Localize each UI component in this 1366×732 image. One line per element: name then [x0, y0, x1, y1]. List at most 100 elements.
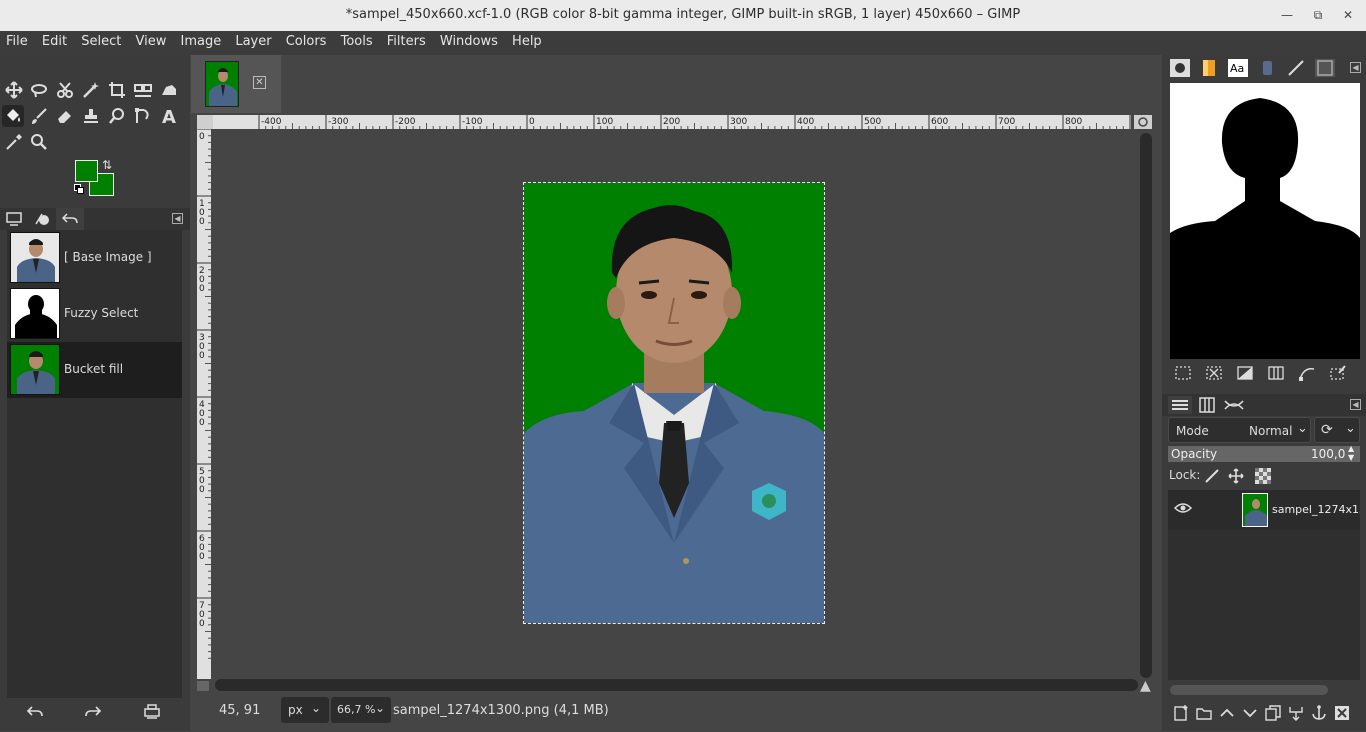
undo-icon[interactable]: [26, 704, 44, 724]
zoom-icon[interactable]: [28, 131, 50, 153]
undo-history-tab-icon[interactable]: [56, 208, 84, 230]
ruler-tick-label: 0: [199, 284, 205, 294]
horizontal-ruler[interactable]: -400 -300 -200 -100 0 100 200 300 400 500 600 700 80…: [213, 115, 1131, 129]
eraser-icon[interactable]: [54, 105, 76, 127]
duplicate-layer-icon[interactable]: [1264, 704, 1282, 726]
vertical-ruler[interactable]: 0100200300400500600700: [197, 129, 211, 679]
opacity-slider[interactable]: Opacity 100,0 ▲ ▼: [1168, 444, 1360, 462]
menu-windows[interactable]: Windows: [434, 31, 502, 49]
save-to-channel-icon[interactable]: [1267, 365, 1285, 385]
menu-filters[interactable]: Filters: [381, 31, 430, 49]
canvas-image[interactable]: [523, 182, 825, 624]
stroke-selection-icon[interactable]: [1329, 365, 1347, 385]
menu-select[interactable]: Select: [75, 31, 125, 49]
quick-mask-toggle[interactable]: [197, 115, 213, 129]
brushes-tab-icon[interactable]: [1170, 59, 1190, 77]
layers-tab-icon[interactable]: [1168, 396, 1192, 414]
merge-layer-icon[interactable]: [1287, 704, 1305, 726]
bucket-fill-icon[interactable]: [2, 105, 24, 127]
fonts-tab-icon[interactable]: Aa: [1228, 59, 1248, 77]
device-status-tab-icon[interactable]: [28, 208, 56, 230]
history-item-base-image[interactable]: [ Base Image ]: [7, 230, 182, 286]
anchor-layer-icon[interactable]: [1310, 704, 1328, 726]
raise-layer-icon[interactable]: [1218, 704, 1236, 726]
lock-position-icon[interactable]: [1228, 468, 1244, 488]
select-none-icon[interactable]: [1205, 365, 1223, 385]
history-label: Bucket fill: [64, 362, 124, 376]
ruler-tick-label: -200: [395, 117, 416, 127]
default-colors-icon[interactable]: [74, 184, 84, 194]
menu-view[interactable]: View: [129, 31, 170, 49]
ruler-tick-label: -300: [328, 117, 349, 127]
ruler-tick-label: 0: [199, 485, 205, 495]
layer-mode-select[interactable]: Mode Normal ⌄: [1168, 417, 1311, 443]
paths-icon[interactable]: [132, 105, 154, 127]
minimize-icon[interactable]: —: [1279, 7, 1295, 23]
menu-colors[interactable]: Colors: [280, 31, 331, 49]
crop-icon[interactable]: [106, 79, 128, 101]
unit-select[interactable]: px ⌄: [281, 697, 329, 723]
lock-pixels-icon[interactable]: [1204, 468, 1220, 488]
scissors-icon[interactable]: [54, 79, 76, 101]
text-tool-icon[interactable]: A: [158, 105, 180, 127]
fuzzy-select-icon[interactable]: [80, 79, 102, 101]
channels-tab-icon[interactable]: [1195, 396, 1219, 414]
close-icon[interactable]: ✕: [1340, 7, 1356, 23]
selection-to-path-icon[interactable]: [1298, 365, 1316, 385]
navigate-image-icon[interactable]: ▲: [1140, 679, 1156, 693]
delete-layer-icon[interactable]: [1333, 704, 1351, 726]
right-dock: Aa ◀ ◀ Mode Normal ⌄ ⟳ ⌄ Opacity 100,0 ▲…: [1162, 55, 1366, 731]
title-bar: *sampel_450x660.xcf-1.0 (RGB color 8-bit…: [0, 0, 1366, 31]
image-tab[interactable]: ✕: [191, 55, 281, 113]
invert-selection-icon[interactable]: [1236, 365, 1254, 385]
new-layer-group-icon[interactable]: [1195, 704, 1213, 726]
lasso-select-icon[interactable]: [28, 79, 50, 101]
palettes-tab-icon[interactable]: [1257, 59, 1277, 77]
gradients-tab-icon[interactable]: [1199, 59, 1219, 77]
lock-alpha-icon[interactable]: [1255, 468, 1271, 488]
visibility-eye-icon[interactable]: [1173, 501, 1193, 519]
redo-icon[interactable]: [84, 704, 102, 724]
history-thumbnail: [10, 344, 60, 395]
close-image-tab-icon[interactable]: ✕: [253, 76, 266, 89]
layers-horizontal-scrollbar[interactable]: [1170, 685, 1328, 695]
dock-menu-icon[interactable]: ◀: [1350, 399, 1361, 410]
zoom-select[interactable]: 66,7 % ⌄: [331, 697, 391, 723]
horizontal-scrollbar[interactable]: [215, 679, 1138, 691]
composite-mode-select[interactable]: ⟳ ⌄: [1314, 417, 1360, 443]
select-all-icon[interactable]: [1174, 365, 1192, 385]
smudge-icon[interactable]: [106, 105, 128, 127]
clone-icon[interactable]: [80, 105, 102, 127]
history-item-fuzzy-select[interactable]: Fuzzy Select: [7, 286, 182, 342]
menu-tools[interactable]: Tools: [335, 31, 377, 49]
menu-help[interactable]: Help: [506, 31, 546, 49]
swap-colors-icon[interactable]: ⇅: [102, 158, 112, 172]
dock-menu-icon[interactable]: ◀: [1350, 62, 1361, 73]
navigate-icon[interactable]: [197, 681, 209, 691]
canvas-viewport[interactable]: [213, 129, 1138, 679]
zoom-image-icon[interactable]: [1134, 115, 1152, 129]
move-tool-icon[interactable]: [3, 79, 25, 101]
lower-layer-icon[interactable]: [1241, 704, 1259, 726]
unified-transform-icon[interactable]: [132, 79, 154, 101]
clear-history-icon[interactable]: [143, 704, 161, 724]
tool-options-tab-icon[interactable]: [0, 208, 28, 230]
paint-dynamics-tab-icon[interactable]: [1286, 59, 1306, 77]
foreground-color-swatch[interactable]: [75, 160, 98, 182]
maximize-icon[interactable]: ⧉: [1310, 7, 1326, 23]
color-picker-icon[interactable]: [3, 131, 25, 153]
menu-layer[interactable]: Layer: [229, 31, 275, 49]
history-item-bucket-fill[interactable]: Bucket fill: [7, 342, 182, 398]
menu-file[interactable]: File: [0, 31, 32, 49]
dock-menu-icon[interactable]: ◀: [172, 213, 183, 224]
paths-tab-icon[interactable]: [1222, 396, 1246, 414]
navigation-tab-icon[interactable]: [1315, 59, 1335, 77]
vertical-scrollbar[interactable]: [1140, 133, 1152, 678]
menu-image[interactable]: Image: [174, 31, 225, 49]
new-layer-icon[interactable]: [1172, 704, 1190, 726]
paintbrush-icon[interactable]: [28, 105, 50, 127]
opacity-spin-icon[interactable]: ▲ ▼: [1348, 444, 1354, 462]
menu-edit[interactable]: Edit: [36, 31, 71, 49]
warp-transform-icon[interactable]: [158, 79, 180, 101]
layer-item[interactable]: sampel_1274x130: [1168, 490, 1360, 530]
